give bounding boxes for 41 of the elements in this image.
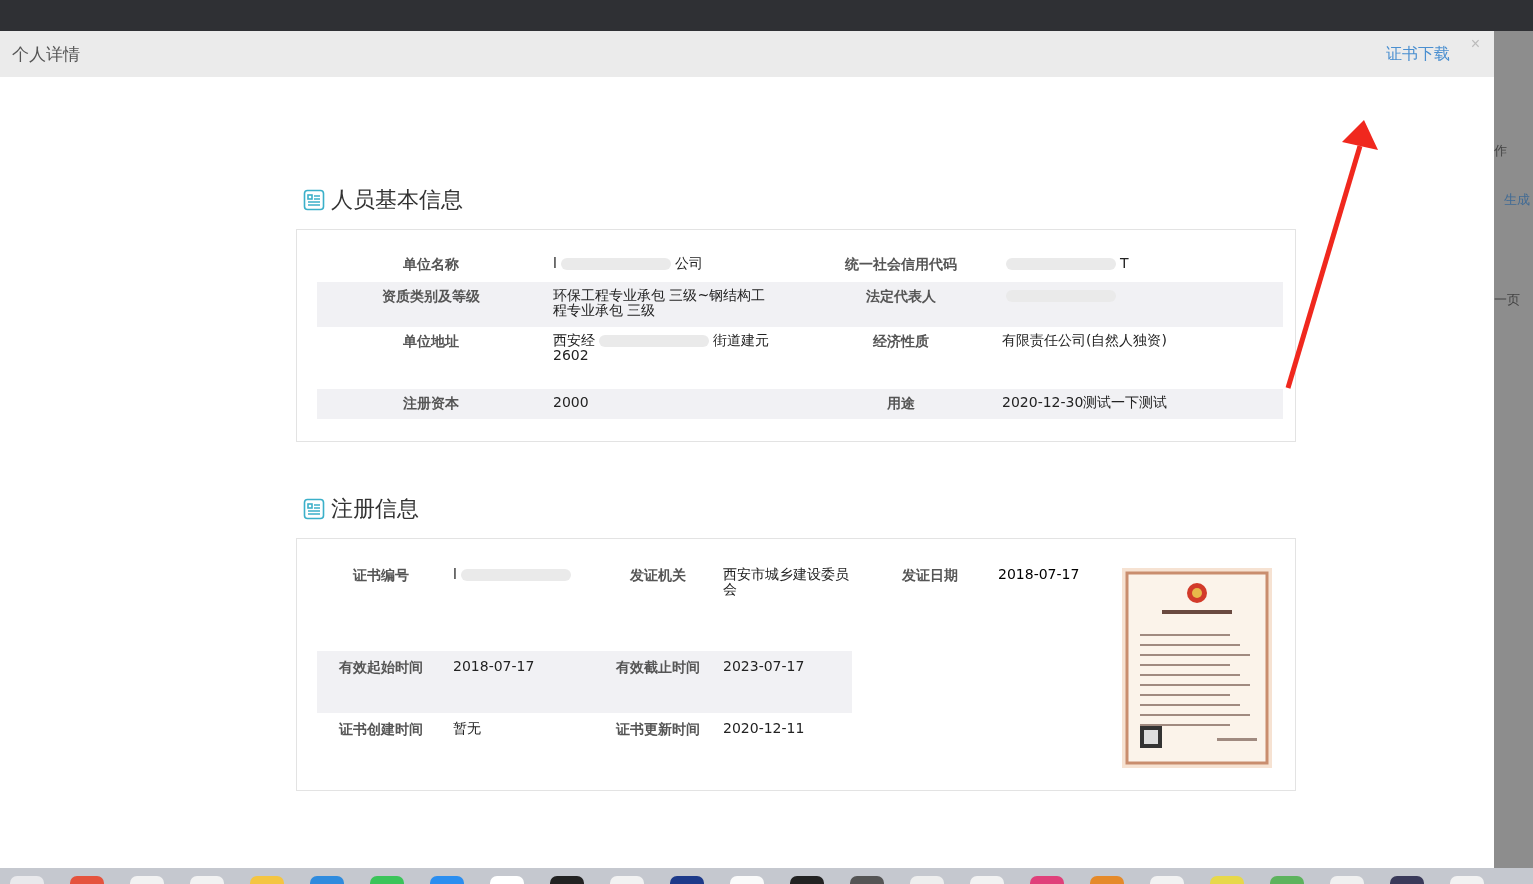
value-text: 有限责任公司(自然人独资): [1002, 332, 1167, 348]
value-text: l: [553, 255, 557, 271]
section-title: 人员基本信息: [331, 186, 463, 214]
value-text: T: [1120, 255, 1129, 271]
field-label: 注册资本: [403, 395, 459, 413]
field-label: 有效起始时间: [339, 659, 423, 677]
field-label: 证书编号: [353, 567, 409, 585]
document-icon: [303, 189, 325, 211]
field-label: 资质类别及等级: [382, 288, 480, 306]
field-label: 单位地址: [403, 333, 459, 351]
value-text: 2018-07-17: [998, 566, 1080, 582]
value-text: 2020-12-30测试一下测试: [1002, 394, 1168, 410]
field-label: 发证机关: [629, 567, 686, 585]
value-text: 2023-07-17: [723, 658, 805, 674]
background-text: 生成: [1504, 191, 1530, 209]
field-label: 单位名称: [403, 256, 459, 274]
value-text: 公司: [674, 255, 703, 271]
value-text: 街道建元: [713, 332, 769, 348]
section-title: 注册信息: [331, 495, 419, 523]
field-label: 统一社会信用代码: [845, 256, 957, 274]
field-label: 法定代表人: [866, 288, 936, 306]
field-label: 发证日期: [902, 567, 958, 585]
value-text: 2602: [553, 347, 589, 363]
download-link[interactable]: 证书下载: [1386, 43, 1450, 65]
value-text: 暂无: [453, 720, 481, 736]
value-text: 2018-07-17: [453, 658, 535, 674]
field-label: 证书更新时间: [615, 721, 700, 739]
field-label: 有效截止时间: [615, 659, 700, 677]
field-label: 证书创建时间: [339, 721, 423, 739]
value-text: 2000: [553, 394, 589, 410]
field-label: 用途: [887, 395, 915, 413]
close-button[interactable]: ×: [1470, 35, 1480, 53]
dialog-title: 个人详情: [12, 42, 81, 66]
document-icon: [303, 498, 325, 520]
field-label: 经济性质: [873, 333, 929, 351]
value-text: 环保工程专业承包 三级~钢结构工程专业承包 三级: [553, 287, 766, 318]
value-text: l: [453, 566, 457, 582]
value-text: 2020-12-11: [723, 720, 805, 736]
value-text: 西安市城乡建设委员会: [723, 566, 849, 597]
value-text: 西安经: [553, 332, 595, 348]
background-text: 作: [1494, 142, 1507, 160]
